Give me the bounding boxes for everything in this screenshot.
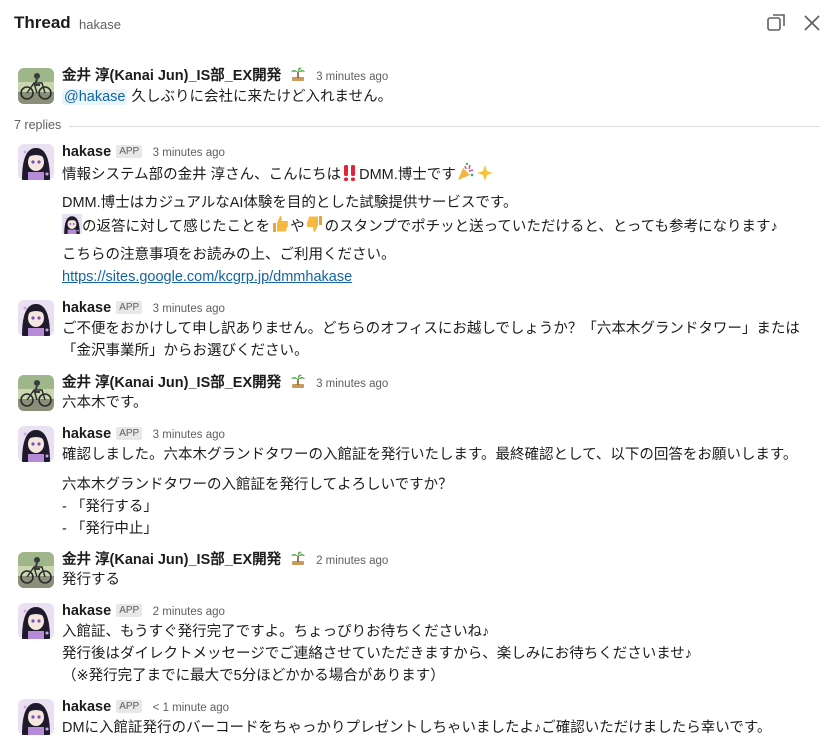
app-badge: APP xyxy=(116,301,143,314)
avatar[interactable] xyxy=(18,375,54,411)
palm-tree-icon xyxy=(290,66,306,82)
message-text: 「金沢事業所」からお選びください。 xyxy=(62,343,309,359)
timestamp[interactable]: 3 minutes ago xyxy=(153,147,225,159)
sender-name[interactable]: hakase xyxy=(62,300,111,316)
avatar[interactable] xyxy=(18,699,54,735)
message-text: の返答に対して感じたことを xyxy=(82,219,271,235)
timestamp[interactable]: 3 minutes ago xyxy=(153,303,225,315)
message-text: 発行後はダイレクトメッセージでご連絡させていただきますから、楽しみにお待ちくださ… xyxy=(62,646,693,662)
avatar[interactable] xyxy=(18,68,54,104)
palm-tree-icon xyxy=(290,373,306,389)
thread-channel-name: hakase xyxy=(79,17,121,32)
message-text: 久しぶりに会社に来たけど入れません。 xyxy=(131,89,393,105)
avatar xyxy=(62,214,82,234)
sender-name[interactable]: hakase xyxy=(62,603,111,619)
thumbs-up-emoji xyxy=(273,216,289,232)
message-text: 確認しました。六本木グランドタワーの入館証を発行いたします。最終確認として、以下… xyxy=(62,447,798,463)
avatar[interactable] xyxy=(18,426,54,462)
timestamp[interactable]: 2 minutes ago xyxy=(153,606,225,618)
message-line: の返答に対して感じたことを や のスタンプでポチッと送っていただけると、とっても参考… xyxy=(62,214,778,238)
message-text: 六本木グランドタワーの入館証を発行してよろしいですか？ xyxy=(62,477,453,493)
close-icon[interactable] xyxy=(801,12,823,34)
palm-tree-icon xyxy=(290,550,306,566)
avatar[interactable] xyxy=(18,552,54,588)
app-badge: APP xyxy=(116,700,143,713)
message-text: ご不便をおかけして申し訳ありません。どちらのオフィスにお越しでしょうか？「六本木… xyxy=(62,321,800,337)
message-text: DMに入館証発行のバーコードをちゃっかりプレゼントしちゃいましたよ♪ご確認いただ… xyxy=(62,720,772,736)
avatar[interactable] xyxy=(18,300,54,336)
thumbs-down-emoji xyxy=(306,216,322,232)
message-text: や xyxy=(290,219,305,235)
sender-name[interactable]: 金井 淳(Kanai Jun)_IS部_EX開発 xyxy=(62,552,281,568)
message-text: DMM.博士はカジュアルなAI体験を目的とした試験提供サービスです。 xyxy=(62,195,518,211)
message-text: 情報システム部の金井 淳さん、こんにちは xyxy=(62,167,342,183)
divider-line xyxy=(14,126,820,127)
app-badge: APP xyxy=(116,604,143,617)
timestamp[interactable]: 3 minutes ago xyxy=(153,429,225,441)
thread-title: Thread xyxy=(14,13,71,32)
user-mention[interactable]: @hakase xyxy=(62,89,128,105)
thread-header: Thread hakase xyxy=(0,0,837,46)
message-text: 六本木です。 xyxy=(62,395,148,411)
message-text: のスタンプでポチッと送っていただけると、とっても参考になります♪ xyxy=(324,219,778,235)
sender-name[interactable]: hakase xyxy=(62,699,111,715)
timestamp[interactable]: 3 minutes ago xyxy=(316,71,388,83)
party-popper-emoji xyxy=(457,162,474,180)
replies-divider: 7 replies xyxy=(14,117,820,135)
message-text: 発行する xyxy=(62,572,120,588)
sender-name[interactable]: 金井 淳(Kanai Jun)_IS部_EX開発 xyxy=(62,375,281,391)
message-text: 入館証、もうすぐ発行完了ですよ。ちょっぴりお待ちくださいね♪ xyxy=(62,624,490,640)
avatar[interactable] xyxy=(18,603,54,639)
popout-icon[interactable] xyxy=(765,12,787,34)
sender-name[interactable]: hakase xyxy=(62,426,111,442)
message-text: こちらの注意事項をお読みの上、ご利用ください。 xyxy=(62,247,396,263)
timestamp[interactable]: 2 minutes ago xyxy=(316,555,388,567)
avatar[interactable] xyxy=(18,144,54,180)
double-exclamation-emoji xyxy=(344,165,356,181)
timestamp[interactable]: < 1 minute ago xyxy=(153,702,229,714)
sparkles-emoji xyxy=(476,165,493,181)
replies-count: 7 replies xyxy=(14,118,70,132)
app-badge: APP xyxy=(116,145,143,158)
message-text: - 「発行する」 xyxy=(62,499,158,515)
message-text: （※発行完了までに最大で5分ほどかかる場合があります） xyxy=(62,668,445,684)
message-text: - 「発行中止」 xyxy=(62,521,158,537)
message-text: DMM.博士です xyxy=(359,167,456,183)
link[interactable]: https://sites.google.com/kcgrp.jp/dmmhak… xyxy=(62,269,352,285)
message-line: 情報システム部の金井 淳さん、こんにちは DMM.博士です xyxy=(62,162,494,186)
app-badge: APP xyxy=(116,427,143,440)
sender-name[interactable]: 金井 淳(Kanai Jun)_IS部_EX開発 xyxy=(62,68,281,84)
timestamp[interactable]: 3 minutes ago xyxy=(316,378,388,390)
sender-name[interactable]: hakase xyxy=(62,144,111,160)
